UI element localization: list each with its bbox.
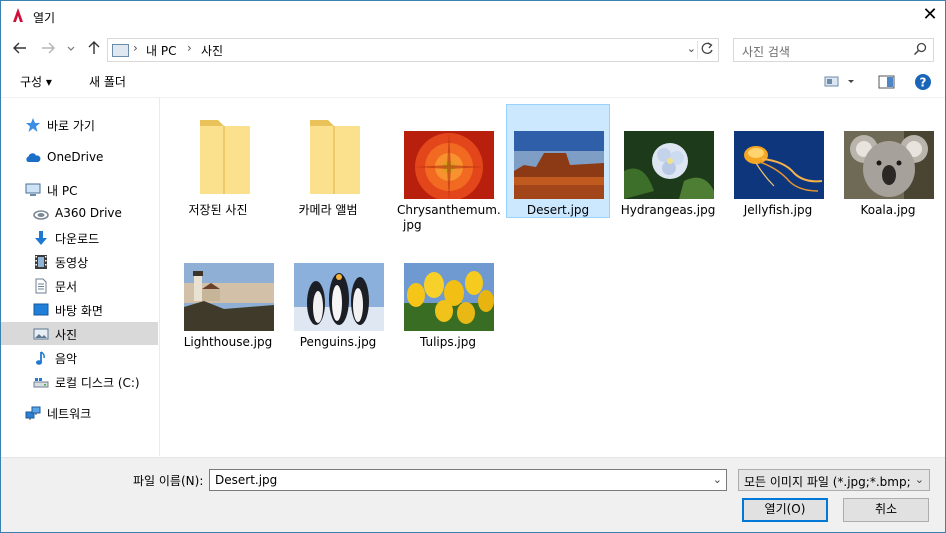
desktop-icon: [33, 303, 49, 316]
svg-text:?: ?: [920, 76, 927, 90]
folder-item-saved-pictures[interactable]: 저장된 사진: [166, 104, 270, 218]
nav-item-music[interactable]: 음악: [1, 346, 158, 369]
file-name: Hydrangeas.jpg: [620, 203, 716, 217]
chrysanthemum-thumbnail: [404, 131, 494, 199]
filename-combobox[interactable]: Desert.jpg ⌄: [209, 469, 727, 491]
filename-value[interactable]: Desert.jpg: [215, 473, 277, 487]
up-arrow-icon[interactable]: [85, 39, 103, 57]
file-item-chrysanthemum[interactable]: Chrysanthemum. jpg: [396, 104, 501, 232]
open-button[interactable]: 열기(O): [742, 498, 828, 522]
file-name: 저장된 사진: [188, 203, 248, 217]
file-item-penguins[interactable]: Penguins.jpg: [286, 236, 390, 350]
star-icon: [26, 118, 40, 132]
file-type-value: 모든 이미지 파일 (*.jpg;*.bmp;: [744, 475, 911, 489]
file-name: Chrysanthemum. jpg: [397, 203, 501, 232]
nav-item-this-pc[interactable]: 내 PC: [1, 178, 158, 201]
address-history-chevron-icon[interactable]: ⌄: [687, 42, 696, 55]
desert-thumbnail: [514, 131, 604, 199]
chevron-down-icon[interactable]: ⌄: [915, 473, 924, 486]
pictures-icon: [33, 328, 49, 340]
close-icon[interactable]: ✕: [915, 1, 945, 31]
change-view-icon[interactable]: [824, 75, 856, 89]
file-item-hydrangeas[interactable]: Hydrangeas.jpg: [616, 104, 720, 218]
title-bar: 열기 ✕: [1, 1, 945, 31]
nav-item-quick-access[interactable]: 바로 가기: [1, 113, 158, 136]
search-box[interactable]: 사진 검색: [733, 38, 934, 62]
organize-menu[interactable]: 구성 ▾: [20, 73, 52, 90]
breadcrumb-separator-icon[interactable]: ›: [133, 41, 138, 55]
folder-icon: [310, 120, 360, 194]
search-icon[interactable]: [913, 42, 927, 56]
file-item-desert[interactable]: Desert.jpg: [506, 104, 610, 218]
address-row: › 내 PC › 사진 ⌄ 사진 검색: [1, 33, 945, 63]
pictures-location-icon: [112, 44, 129, 57]
command-bar: 구성 ▾ 새 폴더 ?: [1, 65, 945, 98]
folder-item-camera-roll[interactable]: 카메라 앨범: [276, 104, 380, 218]
nav-item-onedrive[interactable]: OneDrive: [1, 146, 158, 169]
preview-pane-icon[interactable]: [878, 74, 896, 90]
lighthouse-thumbnail: [184, 263, 274, 331]
chevron-down-icon[interactable]: ⌄: [713, 473, 722, 486]
file-name: Koala.jpg: [860, 203, 916, 217]
app-icon: [13, 8, 23, 22]
file-name: Desert.jpg: [526, 203, 590, 217]
nav-item-desktop[interactable]: 바탕 화면: [1, 298, 158, 321]
jellyfish-thumbnail: [734, 131, 824, 199]
cancel-button[interactable]: 취소: [843, 498, 929, 522]
navigation-pane: 바로 가기 OneDrive 내 PC A360 Drive 다운로드 동영상 …: [1, 98, 160, 456]
nav-item-documents[interactable]: 문서: [1, 274, 158, 297]
file-name: Lighthouse.jpg: [183, 335, 273, 349]
help-icon[interactable]: ?: [914, 73, 932, 91]
file-type-select[interactable]: 모든 이미지 파일 (*.jpg;*.bmp; ⌄: [738, 469, 930, 491]
recent-locations-chevron-icon[interactable]: [65, 39, 77, 57]
drive-icon: [33, 378, 49, 388]
file-item-tulips[interactable]: Tulips.jpg: [396, 236, 500, 350]
nav-item-pictures[interactable]: 사진: [1, 322, 158, 345]
nav-item-downloads[interactable]: 다운로드: [1, 226, 158, 249]
breadcrumb-separator-icon[interactable]: ›: [187, 41, 192, 55]
nav-item-network[interactable]: 네트워크: [1, 401, 158, 424]
file-list: 저장된 사진 카메라 앨범 Chrysanthemum. jpg Desert.…: [160, 98, 945, 456]
computer-icon: [25, 183, 41, 196]
nav-item-a360-drive[interactable]: A360 Drive: [1, 202, 158, 225]
refresh-icon[interactable]: [699, 40, 715, 58]
nav-item-videos[interactable]: 동영상: [1, 250, 158, 273]
network-icon: [25, 406, 41, 420]
document-icon: [35, 278, 47, 294]
music-note-icon: [36, 351, 45, 365]
file-name: Penguins.jpg: [299, 335, 377, 349]
filename-label: 파일 이름(N):: [133, 474, 204, 488]
file-item-jellyfish[interactable]: Jellyfish.jpg: [726, 104, 830, 218]
file-name: Tulips.jpg: [419, 335, 477, 349]
penguins-thumbnail: [294, 263, 384, 331]
window-title: 열기: [33, 11, 56, 25]
folder-icon: [200, 120, 250, 194]
file-name: Jellyfish.jpg: [743, 203, 813, 217]
koala-thumbnail: [844, 131, 934, 199]
breadcrumb-this-pc[interactable]: 내 PC: [146, 42, 176, 59]
cloud-icon: [26, 153, 41, 162]
hydrangeas-thumbnail: [624, 131, 714, 199]
file-item-lighthouse[interactable]: Lighthouse.jpg: [176, 236, 280, 350]
download-arrow-icon: [35, 231, 47, 245]
tulips-thumbnail: [404, 263, 494, 331]
new-folder-button[interactable]: 새 폴더: [89, 73, 126, 90]
breadcrumb-pictures[interactable]: 사진: [201, 42, 223, 59]
a360-drive-icon: [33, 210, 49, 220]
file-name: 카메라 앨범: [298, 203, 358, 217]
file-item-koala[interactable]: Koala.jpg: [836, 104, 940, 218]
back-arrow-icon[interactable]: [11, 39, 29, 57]
dialog-footer: 파일 이름(N): Desert.jpg ⌄ 모든 이미지 파일 (*.jpg;…: [1, 457, 945, 532]
forward-arrow-icon[interactable]: [39, 39, 57, 57]
nav-item-local-disk[interactable]: 로컬 디스크 (C:): [1, 370, 158, 393]
search-placeholder: 사진 검색: [742, 45, 790, 59]
open-file-dialog: 열기 ✕ › 내 PC › 사진 ⌄ 사진 검색 구성 ▾ 새 폴더 ? 바로 …: [0, 0, 946, 533]
film-icon: [35, 255, 47, 269]
address-bar[interactable]: › 내 PC › 사진 ⌄: [107, 38, 719, 62]
